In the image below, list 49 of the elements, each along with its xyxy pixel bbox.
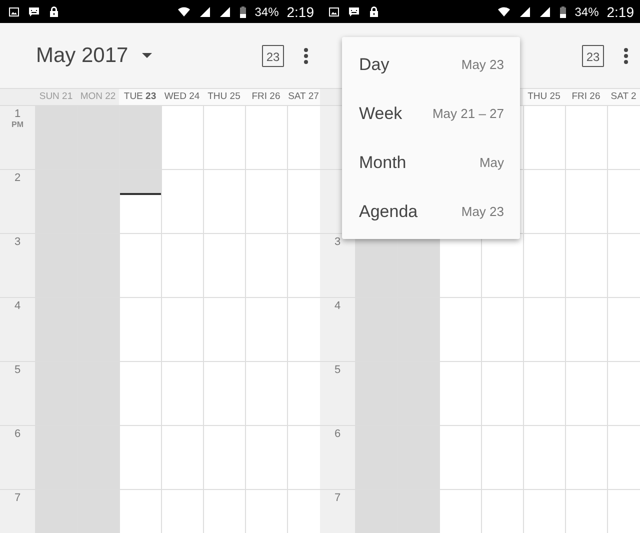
battery-percent: 34% — [254, 4, 279, 18]
battery-icon — [558, 6, 567, 18]
hour-label: 4 — [334, 301, 341, 312]
hour-label: 2 — [14, 173, 21, 184]
dropdown-icon — [142, 52, 152, 58]
lock-icon — [368, 6, 380, 18]
day-header[interactable]: SAT 2 — [607, 89, 640, 105]
image-icon — [328, 6, 340, 18]
clock-time: 2:19 — [286, 4, 314, 20]
image-icon — [8, 6, 20, 18]
hour-label: 3 — [334, 237, 341, 248]
more-icon[interactable] — [304, 48, 308, 64]
menu-item[interactable]: Agenda May 23 — [342, 187, 520, 236]
signal-icon — [518, 6, 531, 18]
message-icon — [348, 6, 360, 18]
hour-label: 5 — [14, 365, 21, 376]
hour-label: 4 — [14, 301, 21, 312]
menu-item[interactable]: Week May 21 – 27 — [342, 89, 520, 138]
menu-item[interactable]: Day May 23 — [342, 40, 520, 89]
hour-label: 7 — [334, 493, 341, 504]
hour-label: 7 — [14, 493, 21, 504]
hour-label: 1 — [14, 109, 21, 120]
day-header[interactable]: SAT 27 — [287, 89, 320, 105]
battery-percent: 34% — [574, 4, 599, 18]
signal-icon — [538, 6, 551, 18]
wifi-icon — [496, 6, 511, 18]
day-header[interactable]: THU 25 — [523, 89, 565, 105]
lock-icon — [48, 6, 60, 18]
hour-label: 6 — [14, 429, 21, 440]
clock-time: 2:19 — [606, 4, 634, 20]
more-icon[interactable] — [624, 48, 628, 64]
signal-icon — [198, 6, 211, 18]
hour-suffix: PM — [12, 120, 24, 129]
message-icon — [28, 6, 40, 18]
today-button[interactable]: 23 — [582, 44, 604, 66]
day-header[interactable]: FRI 26 — [565, 89, 607, 105]
menu-item[interactable]: Month May — [342, 138, 520, 187]
battery-icon — [238, 6, 247, 18]
hour-label: 6 — [334, 429, 341, 440]
today-button[interactable]: 23 — [262, 44, 284, 66]
hour-label: 3 — [14, 237, 21, 248]
day-header[interactable]: TUE 23 — [119, 89, 161, 105]
wifi-icon — [176, 6, 191, 18]
day-header[interactable]: FRI 26 — [245, 89, 287, 105]
hour-label: 5 — [334, 365, 341, 376]
day-header[interactable]: WED 24 — [161, 89, 203, 105]
signal-icon — [218, 6, 231, 18]
day-header[interactable]: THU 25 — [203, 89, 245, 105]
month-selector[interactable]: May 2017 — [16, 44, 156, 68]
